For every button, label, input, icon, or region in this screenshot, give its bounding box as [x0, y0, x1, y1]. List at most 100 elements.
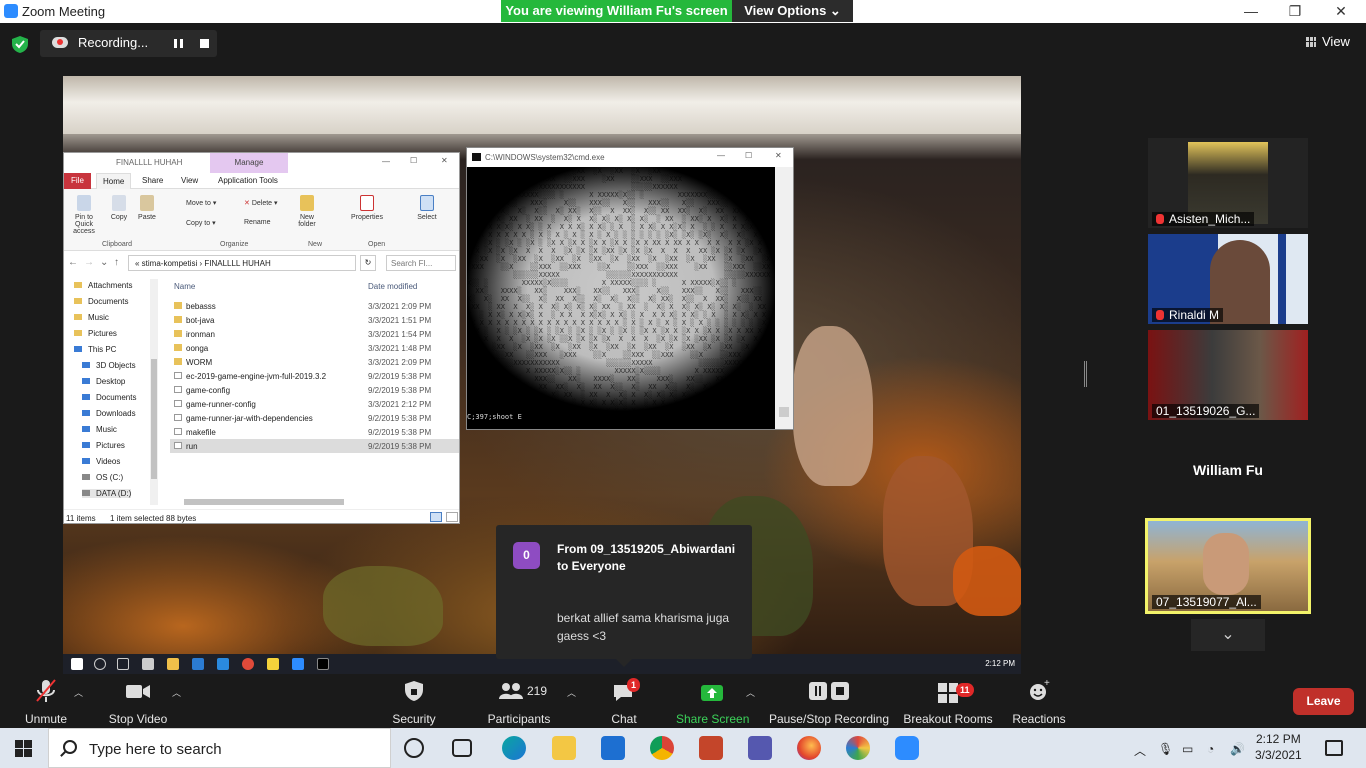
notifications-icon[interactable]: [1325, 740, 1343, 756]
leave-meeting-button[interactable]: Leave: [1293, 688, 1354, 715]
explorer-search-input[interactable]: Search FI...: [386, 255, 456, 271]
stop-recording-icon[interactable]: [200, 39, 209, 48]
task-view-icon[interactable]: [452, 739, 472, 757]
explorer-minimize-icon[interactable]: —: [382, 157, 390, 166]
nav-item[interactable]: Downloads: [82, 409, 136, 418]
copy-button[interactable]: Copy: [108, 195, 130, 221]
participant-tile[interactable]: Rinaldi M: [1148, 234, 1308, 324]
column-date-modified[interactable]: Date modified: [368, 282, 417, 291]
reactions-button[interactable]: + Reactions: [1010, 677, 1068, 726]
volume-icon[interactable]: 🔊: [1230, 742, 1245, 756]
tab-view[interactable]: View: [181, 176, 198, 185]
scroll-down-chevron-icon[interactable]: ⌄: [1191, 619, 1265, 651]
manage-tab[interactable]: Manage: [210, 153, 288, 173]
nav-scrollbar[interactable]: [150, 279, 158, 505]
recent-icon[interactable]: ⌄: [100, 257, 108, 268]
nav-item[interactable]: Pictures: [82, 441, 125, 450]
cmd-maximize-icon[interactable]: ☐: [745, 151, 752, 160]
nav-item[interactable]: Music: [82, 425, 117, 434]
audio-options-caret[interactable]: ︿: [74, 686, 83, 699]
cortana-icon[interactable]: [404, 738, 424, 758]
tiles-view-icon[interactable]: [446, 512, 458, 522]
nav-item[interactable]: Music: [74, 313, 109, 322]
file-row[interactable]: oonga 3/3/2021 1:48 PM: [170, 341, 459, 355]
tray-overflow-icon[interactable]: ︿: [1134, 742, 1146, 759]
tab-file[interactable]: File: [64, 173, 91, 189]
zoom-icon[interactable]: [895, 736, 919, 760]
close-icon[interactable]: ✕: [1318, 0, 1364, 23]
file-row[interactable]: WORM 3/3/2021 2:09 PM: [170, 355, 459, 369]
select-button[interactable]: Select: [414, 195, 440, 221]
file-list-hscrollbar[interactable]: [164, 497, 434, 507]
participant-name-tile[interactable]: William Fu: [1148, 430, 1308, 510]
file-row[interactable]: ec-2019-game-engine-jvm-full-2019.3.2 9/2…: [170, 369, 459, 383]
breakout-rooms-button[interactable]: Breakout Rooms: [902, 677, 994, 726]
cmd-minimize-icon[interactable]: —: [717, 151, 725, 160]
file-row[interactable]: game-config 9/2/2019 5:38 PM: [170, 383, 459, 397]
explorer-maximize-icon[interactable]: ☐: [410, 156, 417, 165]
file-row[interactable]: bot-java 3/3/2021 1:51 PM: [170, 313, 459, 327]
chrome-icon[interactable]: [650, 736, 674, 760]
taskbar-search-input[interactable]: Type here to search: [48, 728, 391, 768]
share-screen-button[interactable]: Share Screen: [676, 677, 749, 726]
tab-application-tools[interactable]: Application Tools: [218, 176, 278, 185]
cmd-close-icon[interactable]: ✕: [775, 151, 782, 160]
participants-button[interactable]: 219 Participants: [485, 677, 553, 726]
tab-share[interactable]: Share: [142, 176, 163, 185]
up-icon[interactable]: ↑: [114, 257, 119, 268]
paste-button[interactable]: Paste: [135, 195, 159, 221]
column-name[interactable]: Name: [174, 282, 195, 291]
security-button[interactable]: Security: [388, 677, 440, 726]
pause-recording-icon[interactable]: [174, 39, 183, 48]
taskbar-clock[interactable]: 2:12 PM 3/3/2021: [1255, 731, 1302, 763]
participant-tile-active-speaker[interactable]: 07_13519077_Al...: [1145, 518, 1311, 614]
panel-splitter[interactable]: [1084, 361, 1087, 387]
nav-item[interactable]: Documents: [82, 393, 136, 402]
file-explorer-icon[interactable]: [552, 736, 576, 760]
refresh-icon[interactable]: ↻: [360, 255, 376, 271]
nav-item[interactable]: Attachments: [74, 281, 132, 290]
minimize-icon[interactable]: —: [1228, 0, 1274, 23]
file-row[interactable]: run 9/2/2019 5:38 PM: [170, 439, 459, 453]
view-layout-button[interactable]: View: [1306, 34, 1350, 49]
chat-notification[interactable]: 0 From 09_13519205_Abiwardani to Everyon…: [496, 525, 752, 667]
nav-item[interactable]: DATA (D:): [82, 489, 132, 498]
share-options-caret[interactable]: ︿: [746, 686, 755, 699]
cmd-window[interactable]: C:\WINDOWS\system32\cmd.exe — ☐ ✕ X ░X ░…: [466, 147, 794, 430]
delete-button[interactable]: ✕ Delete ▾: [244, 199, 278, 207]
properties-button[interactable]: Properties: [348, 195, 386, 221]
video-options-caret[interactable]: ︿: [172, 686, 181, 699]
rename-button[interactable]: Rename: [244, 219, 270, 226]
file-row[interactable]: bebasss 3/3/2021 2:09 PM: [170, 299, 459, 313]
powerpoint-icon[interactable]: [699, 736, 723, 760]
pause-stop-recording-button[interactable]: Pause/Stop Recording: [768, 677, 890, 726]
windows-start-icon[interactable]: [15, 740, 32, 757]
nav-item[interactable]: Desktop: [82, 377, 125, 386]
firefox-icon[interactable]: [797, 736, 821, 760]
stop-video-button[interactable]: Stop Video: [104, 677, 172, 726]
file-explorer-window[interactable]: FINALLLL HUHAH Manage — ☐ ✕ File Home Sh…: [63, 152, 460, 524]
nav-item[interactable]: Videos: [82, 457, 120, 466]
new-folder-button[interactable]: New folder: [294, 195, 320, 228]
maximize-icon[interactable]: ❐: [1272, 0, 1318, 23]
copy-to-button[interactable]: Copy to ▾: [186, 219, 216, 227]
pin-quick-access-button[interactable]: Pin to Quick access: [66, 195, 102, 235]
explorer-close-icon[interactable]: ✕: [441, 156, 448, 165]
details-view-icon[interactable]: [430, 512, 442, 522]
nav-item[interactable]: This PC: [74, 345, 116, 354]
participant-tile[interactable]: 01_13519026_G...: [1148, 330, 1308, 420]
nav-item[interactable]: 3D Objects: [82, 361, 136, 370]
wifi-icon[interactable]: ◔: [1207, 742, 1214, 756]
encryption-shield-icon[interactable]: [12, 36, 28, 53]
teams-icon[interactable]: [748, 736, 772, 760]
view-options-button[interactable]: View Options ⌄: [732, 0, 853, 22]
nav-item[interactable]: Documents: [74, 297, 128, 306]
cmd-scrollbar[interactable]: [775, 167, 793, 429]
microphone-icon[interactable]: 🎙: [1158, 742, 1173, 756]
forward-icon[interactable]: →: [84, 257, 94, 268]
nav-item[interactable]: Pictures: [74, 329, 117, 338]
nav-item[interactable]: OS (C:): [82, 473, 123, 482]
unmute-button[interactable]: Unmute: [20, 677, 72, 726]
back-icon[interactable]: ←: [68, 257, 78, 268]
tab-home[interactable]: Home: [96, 173, 132, 189]
